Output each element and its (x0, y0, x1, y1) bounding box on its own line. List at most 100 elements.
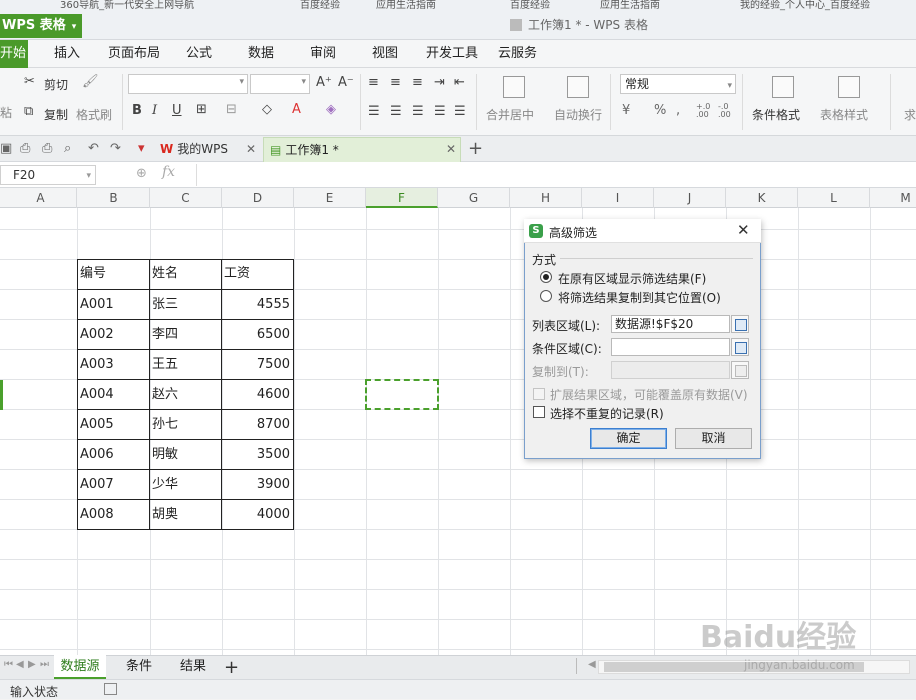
column-header-m[interactable]: M (870, 188, 916, 208)
macro-icon[interactable] (104, 683, 117, 695)
table-cell[interactable]: 6500 (224, 320, 292, 350)
tab-splitter[interactable] (576, 658, 577, 674)
redo-icon[interactable]: ↷ (110, 141, 121, 156)
browser-tab[interactable]: 360导航_新一代安全上网导航 (60, 0, 260, 12)
column-header-l[interactable]: L (798, 188, 870, 208)
table-cell[interactable]: A002 (80, 320, 148, 350)
distribute-icon[interactable]: ☰ (454, 104, 466, 119)
table-cell[interactable]: 胡奥 (152, 500, 220, 530)
table-cell[interactable]: 4555 (224, 290, 292, 320)
app-menu-button[interactable]: WPS 表格 ▾ (0, 14, 82, 38)
browser-tab[interactable]: 我的经验_个人中心_百度经验 (740, 0, 916, 12)
tab-formula[interactable]: 公式 (186, 40, 212, 68)
table-cell[interactable]: A005 (80, 410, 148, 440)
indent-icon[interactable]: ⇥ (434, 75, 445, 90)
tab-view[interactable]: 视图 (372, 40, 398, 68)
align-right-icon[interactable]: ☰ (412, 104, 424, 119)
clear-format-icon[interactable]: ◈ (326, 102, 336, 117)
justify-icon[interactable]: ☰ (434, 104, 446, 119)
table-cell[interactable]: 赵六 (152, 380, 220, 410)
table-cell[interactable]: A008 (80, 500, 148, 530)
table-cell[interactable]: 8700 (224, 410, 292, 440)
add-sheet-icon[interactable]: + (224, 657, 239, 678)
undo-icon[interactable]: ↶ (88, 141, 99, 156)
wrap-text-button[interactable]: 自动换行 (554, 106, 602, 123)
radio-in-place[interactable] (540, 271, 552, 283)
underline-icon[interactable]: U (172, 103, 182, 118)
percent-icon[interactable]: % (654, 103, 666, 118)
copy-button[interactable]: 复制 (44, 106, 68, 123)
table-cell[interactable]: 3900 (224, 470, 292, 500)
name-box[interactable]: F20 (0, 165, 96, 185)
table-cell[interactable]: 少华 (152, 470, 220, 500)
table-cell[interactable]: 孙七 (152, 410, 220, 440)
paste-button[interactable]: 粘贴 (0, 104, 12, 121)
table-cell[interactable]: A004 (80, 380, 148, 410)
column-header-a[interactable]: A (5, 188, 77, 208)
table-cell[interactable]: 4600 (224, 380, 292, 410)
list-range-input[interactable]: 数据源!$F$20 (611, 315, 730, 333)
column-header-g[interactable]: G (438, 188, 510, 208)
sheet-tab-data-source[interactable]: 数据源 (54, 655, 106, 679)
column-header-d[interactable]: D (222, 188, 294, 208)
column-header-f[interactable]: F (366, 188, 438, 208)
font-size-select[interactable] (250, 74, 310, 94)
tab-cloud[interactable]: 云服务 (498, 40, 537, 68)
merge-center-button[interactable]: 合并居中 (486, 106, 534, 123)
number-format-select[interactable]: 常规 (620, 74, 736, 95)
browser-tab[interactable]: 应用生活指南 (600, 0, 700, 12)
table-cell[interactable]: A006 (80, 440, 148, 470)
formula-input[interactable] (196, 164, 914, 186)
italic-icon[interactable]: I (152, 103, 157, 118)
export-icon[interactable]: ⎙ (20, 141, 30, 156)
tab-insert[interactable]: 插入 (54, 40, 80, 68)
criteria-range-input[interactable] (611, 338, 730, 356)
align-center-icon[interactable]: ☰ (390, 104, 402, 119)
close-icon[interactable]: ✕ (737, 221, 750, 239)
merge-border-icon[interactable]: ⊟ (226, 102, 237, 117)
font-color-icon[interactable]: A (292, 102, 301, 117)
save-icon[interactable]: ▣ (0, 141, 12, 156)
align-top-icon[interactable]: ≡ (368, 75, 379, 90)
tab-developer[interactable]: 开发工具 (426, 40, 478, 68)
tab-page-layout[interactable]: 页面布局 (108, 40, 160, 68)
browser-tab[interactable]: 百度经验 (510, 0, 570, 12)
first-sheet-icon[interactable]: ⏮ (4, 659, 13, 670)
table-header-cell[interactable]: 编号 (80, 259, 148, 289)
align-bottom-icon[interactable]: ≡ (412, 75, 423, 90)
cancel-button[interactable]: 取消 (675, 428, 752, 449)
table-cell[interactable]: 明敏 (152, 440, 220, 470)
table-cell[interactable]: A007 (80, 470, 148, 500)
conditional-format-button[interactable]: 条件格式 (752, 106, 800, 123)
active-cell[interactable] (365, 379, 439, 410)
close-icon[interactable]: ✕ (246, 142, 256, 156)
table-cell[interactable]: 张三 (152, 290, 220, 320)
column-header-k[interactable]: K (726, 188, 798, 208)
column-header-e[interactable]: E (294, 188, 366, 208)
tab-data[interactable]: 数据 (248, 40, 274, 68)
sheet-tab-criteria[interactable]: 条件 (114, 655, 164, 679)
browser-tab[interactable]: 百度经验 (300, 0, 360, 12)
table-style-button[interactable]: 表格样式 (820, 106, 868, 123)
scroll-left-icon[interactable]: ◀ (588, 659, 596, 670)
table-cell[interactable]: 7500 (224, 350, 292, 380)
thousands-icon[interactable]: , (676, 103, 680, 118)
bold-icon[interactable]: B (132, 103, 142, 118)
column-header-b[interactable]: B (78, 188, 150, 208)
prev-sheet-icon[interactable]: ◀ (16, 659, 24, 670)
tab-review[interactable]: 审阅 (310, 40, 336, 68)
range-picker-icon[interactable] (731, 315, 749, 333)
border-icon[interactable]: ⊞ (196, 102, 207, 117)
new-tab-icon[interactable]: + (468, 138, 483, 159)
radio-copy[interactable] (540, 290, 552, 302)
column-header-j[interactable]: J (654, 188, 726, 208)
range-picker-icon[interactable] (731, 338, 749, 356)
table-cell[interactable]: 王五 (152, 350, 220, 380)
align-middle-icon[interactable]: ≡ (390, 75, 401, 90)
font-family-select[interactable] (128, 74, 248, 94)
table-cell[interactable]: 3500 (224, 440, 292, 470)
sheet-tab-result[interactable]: 结果 (168, 655, 218, 679)
last-sheet-icon[interactable]: ⏭ (40, 659, 49, 670)
column-header-i[interactable]: I (582, 188, 654, 208)
print-icon[interactable]: ⎙ (42, 141, 52, 156)
